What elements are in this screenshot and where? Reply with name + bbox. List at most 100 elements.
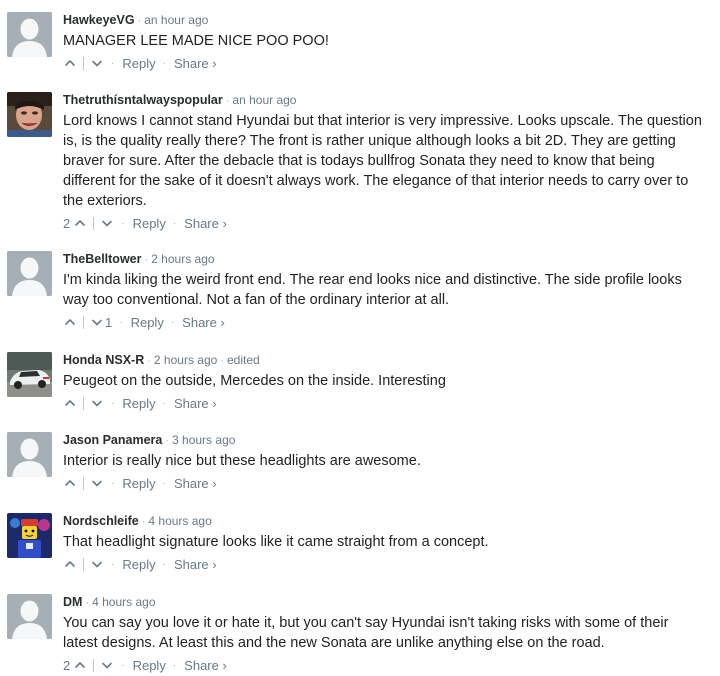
timestamp[interactable]: 2 hours ago	[154, 353, 217, 367]
comment-header: Jason Panamera · 3 hours ago	[63, 432, 703, 448]
vote-divider	[93, 216, 95, 230]
author-name[interactable]: Thetruthísntalwayspopular	[63, 93, 223, 107]
upvote-count: 2	[63, 657, 71, 673]
share-button[interactable]: Share ›	[174, 396, 217, 411]
separator-dot: ·	[220, 355, 224, 367]
share-button[interactable]: Share ›	[184, 658, 227, 673]
author-name[interactable]: Nordschleife	[63, 514, 139, 528]
reply-button[interactable]: Reply	[131, 315, 164, 330]
downvote-count: 1	[105, 314, 113, 330]
vote-divider	[83, 557, 84, 571]
comment-body: DM · 4 hours ago You can say you love it or…	[63, 594, 703, 675]
upvote-icon[interactable]	[63, 56, 77, 70]
downvote-icon[interactable]	[90, 315, 104, 329]
timestamp[interactable]: an hour ago	[232, 93, 296, 107]
separator-dot: ·	[144, 254, 149, 266]
reply-button[interactable]: Reply	[122, 396, 155, 411]
separator-dot: ·	[172, 659, 177, 671]
reply-button[interactable]: Reply	[133, 658, 166, 673]
reply-button[interactable]: Reply	[122, 557, 155, 572]
separator-dot: ·	[165, 435, 170, 447]
share-button[interactable]: Share ›	[184, 216, 227, 231]
separator-dot: ·	[162, 477, 166, 489]
share-button[interactable]: Share ›	[174, 56, 217, 71]
downvote-icon[interactable]	[90, 476, 104, 490]
author-name[interactable]: Honda NSX-R	[63, 353, 144, 367]
comment-header: DM · 4 hours ago	[63, 594, 703, 610]
timestamp[interactable]: 4 hours ago	[148, 514, 211, 528]
author-name[interactable]: DM	[63, 595, 82, 609]
upvote-icon[interactable]	[63, 476, 77, 490]
upvote-icon[interactable]	[63, 557, 77, 571]
timestamp[interactable]: 4 hours ago	[92, 595, 155, 609]
comment-header: TheBelltower · 2 hours ago	[63, 251, 703, 267]
separator-dot: ·	[225, 95, 230, 107]
comment-actions: 2 · Reply · Share ›	[63, 213, 703, 233]
comment-text: Peugeot on the outside, Mercedes on the …	[63, 373, 446, 389]
author-name[interactable]: TheBelltower	[63, 252, 142, 266]
share-button[interactable]: Share ›	[174, 557, 217, 572]
upvote-count: 2	[63, 215, 71, 231]
avatar[interactable]	[7, 594, 52, 639]
edited-label: edited	[226, 353, 260, 367]
comment-text: You can say you love it or hate it, but …	[63, 615, 669, 651]
comment-actions: · Reply · Share ›	[63, 393, 703, 413]
comment-actions: · Reply · Share ›	[63, 554, 703, 574]
separator-dot: ·	[162, 558, 166, 570]
separator-dot: ·	[119, 316, 123, 328]
comment-body: Honda NSX-R · 2 hours ago · edited Peugeot on…	[63, 352, 703, 413]
separator-dot: ·	[111, 477, 115, 489]
separator-dot: ·	[85, 597, 90, 609]
separator-dot: ·	[111, 397, 115, 409]
downvote-icon[interactable]	[100, 216, 114, 230]
comment-body: Jason Panamera · 3 hours ago Interior is re…	[63, 432, 703, 493]
vote-divider	[83, 56, 84, 70]
comment-header: Nordschleife · 4 hours ago	[63, 513, 703, 529]
upvote-icon[interactable]	[63, 315, 77, 329]
share-button[interactable]: Share ›	[182, 315, 225, 330]
avatar[interactable]	[7, 432, 52, 477]
upvote-icon[interactable]	[63, 396, 77, 410]
separator-dot: ·	[147, 355, 151, 367]
timestamp[interactable]: 3 hours ago	[172, 433, 235, 447]
comment-body: Thetruthísntalwayspopular · an hour ago Lor…	[63, 92, 703, 233]
upvote-icon[interactable]	[73, 658, 87, 672]
comment-text: MANAGER LEE MADE NICE POO POO!	[63, 33, 329, 49]
avatar[interactable]	[7, 352, 52, 397]
comment-text: Interior is really nice but these headli…	[63, 453, 421, 469]
separator-dot: ·	[111, 558, 115, 570]
downvote-icon[interactable]	[90, 557, 104, 571]
comment-actions: 1 · Reply · Share ›	[63, 312, 703, 332]
vote-divider	[83, 396, 84, 410]
separator-dot: ·	[141, 516, 146, 528]
timestamp[interactable]: an hour ago	[144, 13, 208, 27]
separator-dot: ·	[111, 57, 115, 69]
timestamp[interactable]: 2 hours ago	[151, 252, 214, 266]
downvote-icon[interactable]	[100, 658, 114, 672]
comment-header: Honda NSX-R · 2 hours ago · edited	[63, 352, 703, 368]
reply-button[interactable]: Reply	[122, 56, 155, 71]
avatar[interactable]	[7, 12, 52, 57]
comment-body: HawkeyeVG · an hour ago MANAGER LEE MADE NI…	[63, 12, 703, 73]
separator-dot: ·	[162, 397, 166, 409]
separator-dot: ·	[121, 659, 125, 671]
separator-dot: ·	[162, 57, 166, 69]
author-name[interactable]: Jason Panamera	[63, 433, 162, 447]
separator-dot: ·	[121, 217, 125, 229]
comment-body: TheBelltower · 2 hours ago I'm kinda liking…	[63, 251, 703, 332]
comment-actions: · Reply · Share ›	[63, 53, 703, 73]
downvote-icon[interactable]	[90, 396, 104, 410]
share-button[interactable]: Share ›	[174, 476, 217, 491]
reply-button[interactable]: Reply	[133, 216, 166, 231]
avatar[interactable]	[7, 92, 52, 137]
comment-text: Lord knows I cannot stand Hyundai but th…	[63, 113, 702, 209]
reply-button[interactable]: Reply	[122, 476, 155, 491]
author-name[interactable]: HawkeyeVG	[63, 13, 135, 27]
separator-dot: ·	[137, 15, 142, 27]
downvote-icon[interactable]	[90, 56, 104, 70]
upvote-icon[interactable]	[73, 216, 87, 230]
comment-actions: · Reply · Share ›	[63, 473, 703, 493]
avatar[interactable]	[7, 513, 52, 558]
avatar[interactable]	[7, 251, 52, 296]
vote-divider	[83, 476, 84, 490]
